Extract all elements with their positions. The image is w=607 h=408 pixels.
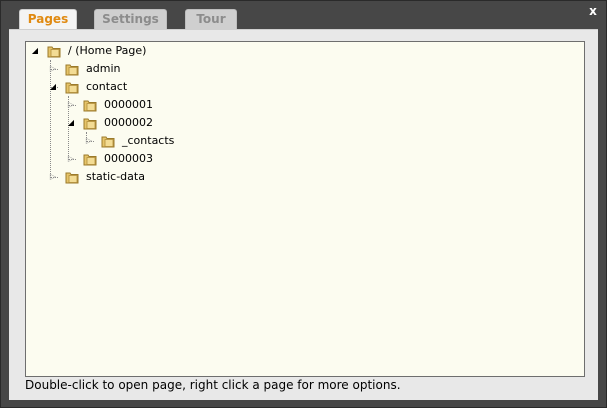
folder-icon (101, 134, 115, 148)
folder-icon (47, 44, 61, 58)
expand-triangle-icon[interactable]: ▷ (66, 96, 76, 114)
tree-node-label: contact (86, 80, 128, 93)
tree-node-0000002[interactable]: ◢ 0000002 (66, 114, 153, 132)
close-button[interactable]: x (586, 4, 600, 18)
tree-node-label: static-data (86, 170, 145, 183)
footer-hint: Double-click to open page, right click a… (25, 378, 401, 392)
folder-icon (65, 170, 79, 184)
tree-node-root[interactable]: ◢ / (Home Page) (30, 42, 146, 60)
expand-triangle-icon[interactable]: ▷ (48, 168, 58, 186)
collapse-triangle-icon[interactable]: ◢ (66, 114, 76, 132)
folder-icon (65, 62, 79, 76)
folder-icon (83, 116, 97, 130)
pages-panel: ◢ / (Home Page) ▷ admin ◢ contact ▷ 0000… (9, 29, 598, 400)
expand-triangle-icon[interactable]: ▷ (84, 132, 94, 150)
page-manager-window: x Pages Settings Tour ◢ / (Home Page) ▷ … (0, 0, 607, 408)
collapse-triangle-icon[interactable]: ◢ (48, 78, 58, 96)
tree-node-0000001[interactable]: ▷ 0000001 (66, 96, 153, 114)
tab-settings[interactable]: Settings (94, 9, 167, 29)
page-tree[interactable]: ◢ / (Home Page) ▷ admin ◢ contact ▷ 0000… (25, 41, 585, 377)
tree-node-static-data[interactable]: ▷ static-data (48, 168, 145, 186)
tab-pages[interactable]: Pages (19, 9, 77, 30)
tree-node-label: 0000001 (104, 98, 153, 111)
tree-node-contact[interactable]: ◢ contact (48, 78, 127, 96)
tree-node-admin[interactable]: ▷ admin (48, 60, 120, 78)
tree-node-0000003[interactable]: ▷ 0000003 (66, 150, 153, 168)
folder-icon (65, 80, 79, 94)
tree-node-label: 0000002 (104, 116, 153, 129)
tree-node-label: _contacts (122, 134, 175, 147)
tree-node-label: 0000003 (104, 152, 153, 165)
collapse-triangle-icon[interactable]: ◢ (30, 42, 40, 60)
folder-icon (83, 98, 97, 112)
tree-node-contacts[interactable]: ▷ _contacts (84, 132, 174, 150)
folder-icon (83, 152, 97, 166)
tree-node-label: admin (86, 62, 121, 75)
expand-triangle-icon[interactable]: ▷ (66, 150, 76, 168)
tab-tour[interactable]: Tour (185, 9, 237, 29)
expand-triangle-icon[interactable]: ▷ (48, 60, 58, 78)
tree-node-label: / (Home Page) (68, 44, 147, 57)
